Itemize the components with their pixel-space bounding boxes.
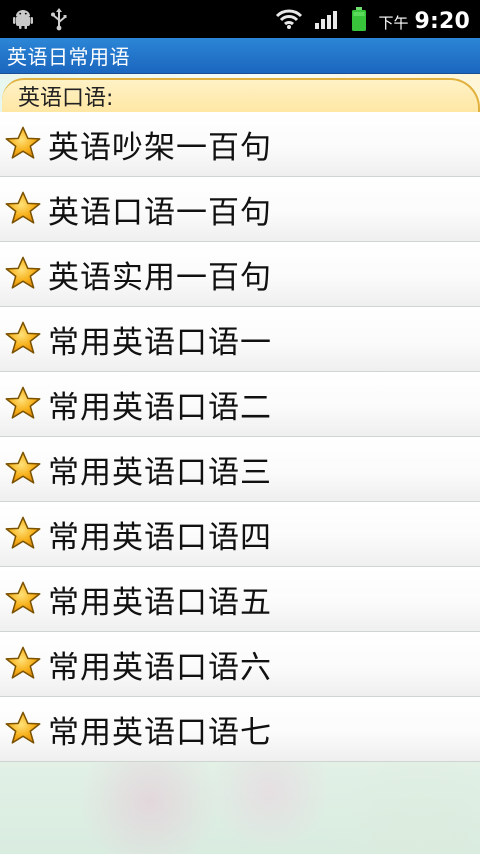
- section-label: 英语口语:: [18, 86, 114, 111]
- wifi-icon: [274, 8, 304, 34]
- star-icon: [4, 515, 42, 553]
- battery-icon: [350, 6, 368, 36]
- star-icon: [4, 320, 42, 358]
- list-item-label: 常用英语口语七: [48, 714, 272, 751]
- star-icon: [4, 450, 42, 488]
- list-item-label: 英语口语一百句: [48, 194, 272, 231]
- screen: 下午 9:20 英语日常用语 英语口语: 英语吵架一百句 英语口语一百句 英语实用一…: [0, 0, 480, 854]
- list-item[interactable]: 常用英语口语七: [0, 697, 480, 762]
- android-debug-icon: [12, 8, 34, 34]
- background-flower-image: [0, 762, 480, 854]
- list-item-label: 常用英语口语四: [48, 519, 272, 556]
- app-title: 英语日常用语: [7, 45, 130, 69]
- list-item[interactable]: 常用英语口语五: [0, 567, 480, 632]
- list-item[interactable]: 常用英语口语二: [0, 372, 480, 437]
- list-item[interactable]: 常用英语口语三: [0, 437, 480, 502]
- star-icon: [4, 125, 42, 163]
- signal-icon: [314, 8, 340, 34]
- list-item-label: 常用英语口语一: [48, 324, 272, 361]
- list-item-label: 常用英语口语六: [48, 649, 272, 686]
- list-item-label: 英语吵架一百句: [48, 129, 272, 166]
- usb-icon: [50, 7, 68, 35]
- status-bar: 下午 9:20: [0, 0, 480, 38]
- list-item-label: 英语实用一百句: [48, 259, 272, 296]
- list-item[interactable]: 英语吵架一百句: [0, 112, 480, 177]
- list-item-label: 常用英语口语五: [48, 584, 272, 621]
- list-item[interactable]: 常用英语口语一: [0, 307, 480, 372]
- star-icon: [4, 710, 42, 748]
- star-icon: [4, 255, 42, 293]
- star-icon: [4, 385, 42, 423]
- section-tab: 英语口语:: [2, 78, 480, 112]
- status-bar-right: 下午 9:20: [274, 6, 470, 36]
- list-item[interactable]: 英语实用一百句: [0, 242, 480, 307]
- clock: 下午 9:20: [378, 9, 470, 34]
- star-icon: [4, 580, 42, 618]
- time: 9:20: [414, 8, 470, 34]
- time-prefix: 下午: [378, 13, 409, 32]
- app-title-bar: 英语日常用语: [0, 38, 480, 74]
- star-icon: [4, 190, 42, 228]
- phrase-list: 英语吵架一百句 英语口语一百句 英语实用一百句 常用英语口语一 常用英语口语二 常用英语口…: [0, 112, 480, 762]
- list-item[interactable]: 英语口语一百句: [0, 177, 480, 242]
- list-item[interactable]: 常用英语口语四: [0, 502, 480, 567]
- list-item-label: 常用英语口语三: [48, 454, 272, 491]
- list-item-label: 常用英语口语二: [48, 389, 272, 426]
- list-item[interactable]: 常用英语口语六: [0, 632, 480, 697]
- star-icon: [4, 645, 42, 683]
- status-bar-left: [12, 7, 68, 35]
